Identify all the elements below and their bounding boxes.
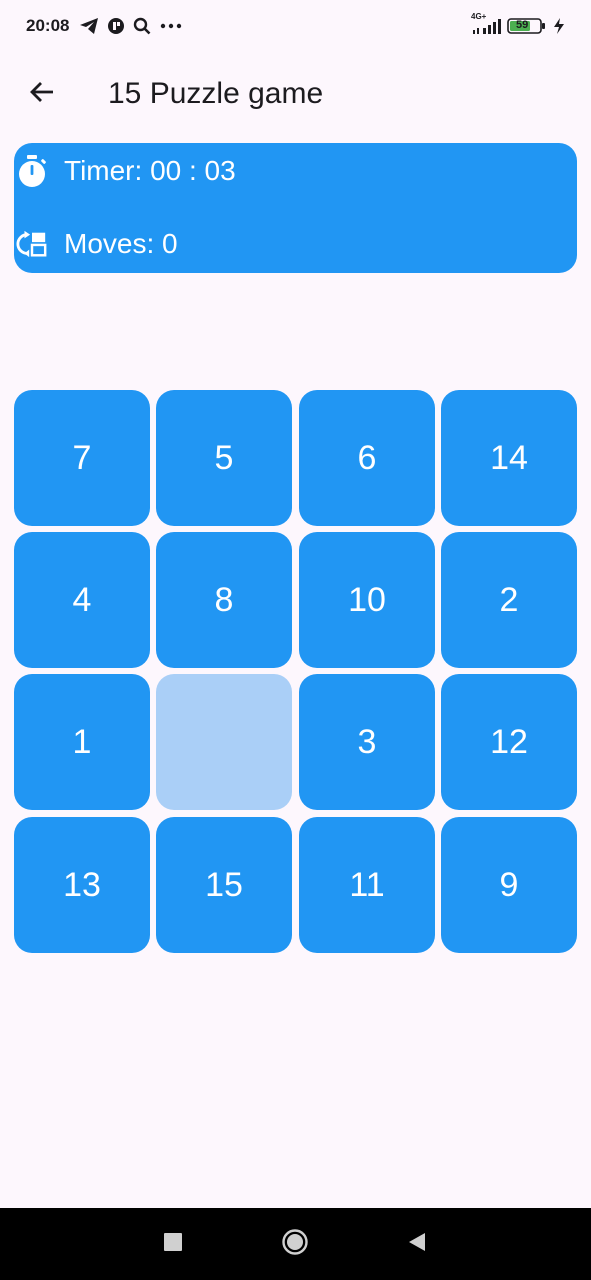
tile[interactable]: 9	[441, 817, 577, 953]
app-notification-icon	[107, 17, 125, 35]
arrow-back-icon	[28, 78, 56, 111]
status-bar: 20:08 4G+ 59	[0, 0, 591, 52]
back-nav-button[interactable]	[403, 1230, 431, 1258]
network-type-label: 4G+	[471, 12, 487, 21]
empty-tile	[156, 674, 292, 810]
back-button[interactable]	[14, 66, 70, 122]
search-icon	[133, 17, 151, 35]
charging-icon	[553, 17, 565, 35]
tile[interactable]: 14	[441, 390, 577, 526]
tile[interactable]: 10	[299, 532, 435, 668]
circle-home-icon	[281, 1228, 309, 1261]
battery-level: 59	[516, 19, 529, 31]
page-title: 15 Puzzle game	[108, 77, 324, 110]
timer-row: Timer: 00 : 03	[16, 151, 236, 191]
tile[interactable]: 8	[156, 532, 292, 668]
more-dots-icon	[159, 17, 183, 35]
triangle-back-icon	[406, 1231, 428, 1258]
tile[interactable]: 2	[441, 532, 577, 668]
telegram-icon	[79, 17, 99, 35]
app-bar: 15 Puzzle game	[0, 62, 591, 126]
tile[interactable]: 12	[441, 674, 577, 810]
moves-text: Moves: 0	[64, 228, 178, 259]
battery-icon: 59	[507, 17, 547, 35]
tile[interactable]: 11	[299, 817, 435, 953]
swap-moves-icon	[16, 226, 48, 262]
status-time: 20:08	[26, 16, 70, 35]
tile[interactable]: 15	[156, 817, 292, 953]
tile[interactable]: 6	[299, 390, 435, 526]
square-recents-icon	[163, 1232, 183, 1257]
system-nav-bar	[0, 1208, 591, 1280]
moves-row: Moves: 0	[16, 224, 178, 264]
tile[interactable]: 7	[14, 390, 150, 526]
stopwatch-icon	[16, 153, 48, 189]
tile[interactable]: 1	[14, 674, 150, 810]
tile[interactable]: 4	[14, 532, 150, 668]
tile[interactable]: 3	[299, 674, 435, 810]
recents-button[interactable]	[159, 1230, 187, 1258]
tile[interactable]: 5	[156, 390, 292, 526]
screen: 20:08 4G+ 59 15 Puzzle game Timer: 00: …	[0, 0, 591, 1280]
puzzle-board: 7 5 6 14 4 8 10 2 1 3 12 13 15 11 9	[14, 390, 577, 953]
signal-icon: 4G+	[471, 12, 501, 36]
notification-icons	[79, 17, 183, 35]
timer-text: Timer: 00 : 03	[64, 155, 236, 186]
home-button[interactable]	[281, 1228, 309, 1261]
tile[interactable]: 13	[14, 817, 150, 953]
system-icons: 4G+ 59	[471, 12, 565, 36]
